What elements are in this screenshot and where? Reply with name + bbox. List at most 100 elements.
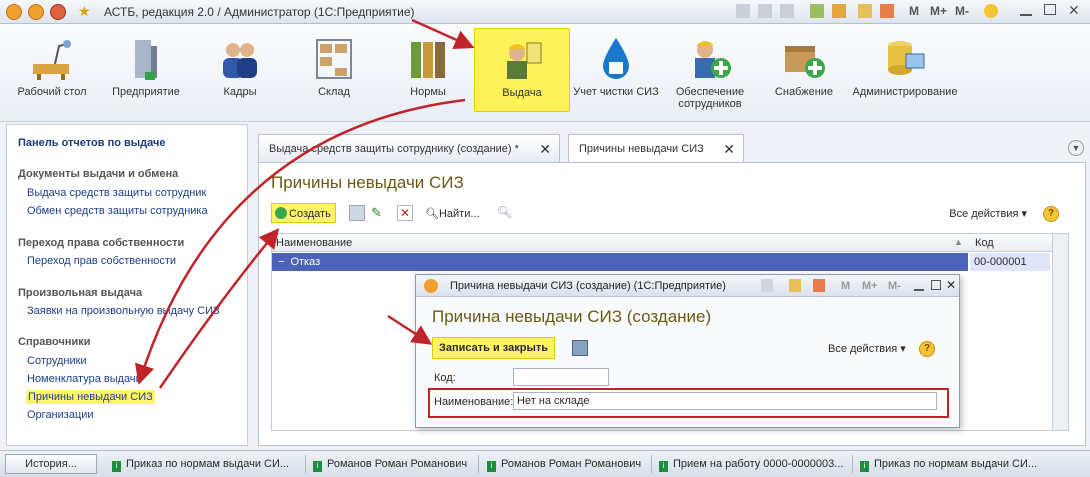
chevron-down-icon[interactable]: ▼ <box>1068 140 1084 156</box>
divider <box>852 455 853 473</box>
divider <box>305 455 306 473</box>
open-windows-bar: История... i Приказ по нормам выдачи СИ..… <box>0 450 1090 477</box>
taskbar-item[interactable]: i Романов Роман Романович <box>313 458 467 472</box>
nav-group-title: Справочники <box>18 336 91 348</box>
taskbar-item[interactable]: i Прием на работу 0000-0000003... <box>659 458 843 472</box>
memory-m-button[interactable]: M <box>909 4 919 18</box>
taskbar-item[interactable]: i Приказ по нормам выдачи СИ... <box>860 458 1037 472</box>
close-tab-icon[interactable]: ✕ <box>539 141 551 158</box>
database-icon <box>888 41 925 75</box>
all-actions-menu[interactable]: Все действия ▾ <box>949 207 1027 220</box>
section-label: Рабочий стол <box>17 86 87 98</box>
memory-sub-button[interactable]: M- <box>955 4 969 18</box>
delete-icon[interactable]: ✕ <box>397 205 413 221</box>
shelves-icon <box>316 39 352 79</box>
column-header-name[interactable]: Наименование <box>276 237 352 249</box>
print-icon[interactable] <box>758 4 772 18</box>
history-button[interactable]: История... <box>5 454 97 474</box>
taskbar-item[interactable]: i Приказ по нормам выдачи СИ... <box>112 458 289 472</box>
info-icon[interactable] <box>984 4 998 18</box>
dialog-title: Причина невыдачи СИЗ (создание) (1С:Пред… <box>450 280 726 292</box>
section-procurement[interactable]: Снабжение <box>756 28 852 112</box>
preview-icon[interactable] <box>780 4 794 18</box>
edit-pencil-icon[interactable]: ✎ <box>371 205 387 221</box>
minimize-icon[interactable] <box>1020 14 1032 16</box>
find-button[interactable]: 🔍︎Найти... <box>425 207 480 220</box>
maximize-icon[interactable] <box>931 280 941 290</box>
save-and-close-button[interactable]: Записать и закрыть <box>432 337 556 359</box>
window-titlebar: ★ АСТБ, редакция 2.0 / Администратор (1С… <box>0 0 1090 24</box>
help-icon[interactable]: ? <box>1043 206 1059 222</box>
section-label: Снабжение <box>774 86 834 98</box>
save-icon[interactable] <box>736 4 750 18</box>
help-icon[interactable]: ? <box>919 341 935 357</box>
dropdown-menu-icon[interactable] <box>28 4 44 20</box>
app-logo-icon <box>424 279 438 293</box>
minimize-icon[interactable] <box>914 289 924 291</box>
favorite-star-icon[interactable]: ★ <box>78 4 94 20</box>
column-header-code[interactable]: Код <box>975 237 994 249</box>
code-label: Код: <box>434 372 456 384</box>
calculator-icon[interactable] <box>858 4 872 18</box>
calendar-icon[interactable] <box>880 4 894 18</box>
nav-link[interactable]: Организации <box>27 409 94 421</box>
calculator-icon[interactable] <box>789 279 801 292</box>
nav-link[interactable]: Переход прав собственности <box>27 255 176 267</box>
section-issuance[interactable]: Выдача <box>474 28 570 112</box>
nav-link[interactable]: Сотрудники <box>27 355 87 367</box>
nav-link-selected[interactable]: Причины невыдачи СИЗ <box>26 390 155 404</box>
section-supply-staff[interactable]: Обеспечение сотрудников <box>662 28 758 112</box>
search-icon: 🔍︎ <box>425 208 439 220</box>
save-icon[interactable] <box>572 340 588 356</box>
app-logo-icon[interactable] <box>6 4 22 20</box>
close-app-icon[interactable] <box>50 4 66 20</box>
all-actions-label: Все действия <box>949 208 1019 220</box>
section-desktop[interactable]: Рабочий стол <box>4 28 100 112</box>
section-admin[interactable]: Администрирование <box>850 28 960 112</box>
nav-link[interactable]: Выдача средств защиты сотрудник <box>27 187 206 199</box>
nav-group-title: Произвольная выдача <box>18 287 143 299</box>
memory-add-button[interactable]: M+ <box>862 280 878 292</box>
vertical-scrollbar[interactable] <box>1052 234 1068 430</box>
section-label: Предприятие <box>112 86 180 98</box>
cancel-search-icon[interactable]: 🔍︎ <box>497 205 513 221</box>
close-icon[interactable]: ✕ <box>1068 2 1080 19</box>
memory-sub-button[interactable]: M- <box>888 280 901 292</box>
tab-reasons[interactable]: Причины невыдачи СИЗ ✕ <box>568 134 744 162</box>
name-field[interactable]: Нет на складе <box>513 392 937 410</box>
name-label: Наименование: <box>434 396 514 408</box>
tab-issuance-doc[interactable]: Выдача средств защиты сотруднику (создан… <box>258 134 560 162</box>
close-tab-icon[interactable]: ✕ <box>723 141 735 158</box>
navigation-panel: Панель отчетов по выдаче Документы выдач… <box>6 124 248 446</box>
worker-badge-icon <box>507 42 542 79</box>
close-icon[interactable]: ✕ <box>946 278 956 292</box>
people-icon <box>223 43 257 78</box>
section-enterprise[interactable]: Предприятие <box>98 28 194 112</box>
code-field[interactable] <box>513 368 609 386</box>
section-hr[interactable]: Кадры <box>192 28 288 112</box>
section-warehouse[interactable]: Склад <box>286 28 382 112</box>
divider <box>478 455 479 473</box>
memory-m-button[interactable]: M <box>841 280 850 292</box>
maximize-icon[interactable] <box>1044 4 1056 15</box>
taskbar-item[interactable]: i Романов Роман Романович <box>487 458 641 472</box>
find-label: Найти... <box>438 208 480 220</box>
memory-add-button[interactable]: M+ <box>930 4 947 18</box>
sort-icon[interactable]: ▲ <box>954 237 963 247</box>
print-icon[interactable] <box>761 279 773 292</box>
table-row[interactable]: − Отказ 00-000001 <box>272 253 1050 271</box>
section-label: Администрирование <box>852 86 958 98</box>
section-norms[interactable]: Нормы <box>380 28 476 112</box>
nav-link[interactable]: Заявки на произвольную выдачу СИЗ <box>27 305 220 317</box>
create-button[interactable]: Создать <box>271 203 336 223</box>
tab-label: Выдача средств защиты сотруднику (создан… <box>269 143 519 155</box>
nav-link[interactable]: Обмен средств защиты сотрудника <box>27 205 208 217</box>
panel-title[interactable]: Панель отчетов по выдаче <box>18 137 165 149</box>
section-cleaning[interactable]: Учет чистки СИЗ <box>568 28 664 112</box>
copy-icon[interactable] <box>349 205 365 221</box>
forward-icon[interactable] <box>810 4 824 18</box>
nav-link[interactable]: Номенклатура выдачи <box>27 373 142 385</box>
lock-icon[interactable] <box>832 4 846 18</box>
calendar-icon[interactable] <box>813 279 825 292</box>
all-actions-menu[interactable]: Все действия ▾ <box>828 342 906 355</box>
